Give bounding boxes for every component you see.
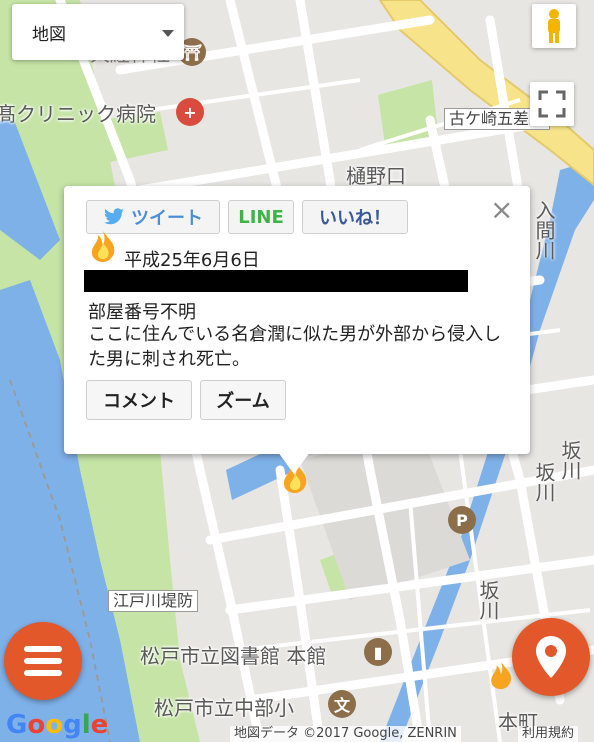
chevron-down-icon	[162, 30, 174, 37]
map-type-label: 地図	[32, 25, 66, 45]
fullscreen-button[interactable]	[530, 82, 574, 126]
pegman-icon	[548, 9, 560, 43]
comment-label: コメント	[103, 391, 175, 412]
terms-link[interactable]: 利用規約	[518, 726, 579, 742]
street-view-button[interactable]	[532, 4, 576, 48]
info-window-tail	[278, 452, 310, 474]
info-window: ツイート LINE いいね！ × 平成25年6月6日 部屋番号不明 ここに住んで…	[64, 186, 530, 454]
comment-button[interactable]: コメント	[86, 380, 192, 420]
line-share-button[interactable]: LINE	[228, 200, 294, 234]
map-type-dropdown[interactable]: 地図	[12, 4, 184, 60]
parking-poi-icon: P	[448, 506, 476, 534]
map-attribution: 地図データ ©2017 Google, ZENRIN	[230, 726, 461, 742]
menu-icon	[24, 646, 62, 676]
place-label-library: 松戸市立図書館 本館	[140, 644, 327, 668]
google-logo: Google	[6, 710, 109, 740]
close-icon[interactable]: ×	[490, 196, 513, 224]
place-label-junior-high: 松戸市立中部小	[154, 696, 294, 720]
zoom-button[interactable]: ズーム	[200, 380, 286, 420]
fire-icon	[91, 231, 115, 262]
place-label-hinoguchi: 樋野口	[346, 164, 406, 188]
place-label-edogawa: 江戸川堤防	[108, 590, 199, 612]
tweet-label: ツイート	[131, 208, 203, 229]
school-poi-icon: 文	[328, 690, 356, 718]
place-label-sakagawa-1: 坂川	[558, 440, 582, 480]
hospital-poi-icon: +	[176, 98, 204, 126]
incident-description: ここに住んでいる名倉潤に似た男が外部から侵入した男に刺され死亡。	[88, 324, 502, 370]
incident-date: 平成25年6月6日	[124, 250, 260, 271]
line-label: LINE	[238, 206, 284, 228]
place-label-sakagawa-2: 坂川	[532, 462, 556, 502]
redacted-address	[84, 270, 468, 292]
place-label-hospital: 髙クリニック病院	[0, 102, 156, 126]
current-location-button[interactable]	[512, 618, 590, 696]
room-number: 部屋番号不明	[88, 302, 196, 323]
twitter-bird-icon	[104, 208, 124, 225]
menu-button[interactable]	[4, 622, 82, 700]
location-pin-icon	[536, 636, 566, 678]
place-label-river-vertical: 入間川	[532, 200, 556, 260]
library-poi-icon: ▮	[364, 638, 392, 666]
like-label: いいね！	[319, 208, 391, 229]
fullscreen-icon	[538, 90, 566, 118]
place-label-sakagawa-3: 坂川	[476, 580, 500, 620]
like-button[interactable]: いいね！	[302, 200, 408, 234]
zoom-label: ズーム	[216, 391, 270, 412]
